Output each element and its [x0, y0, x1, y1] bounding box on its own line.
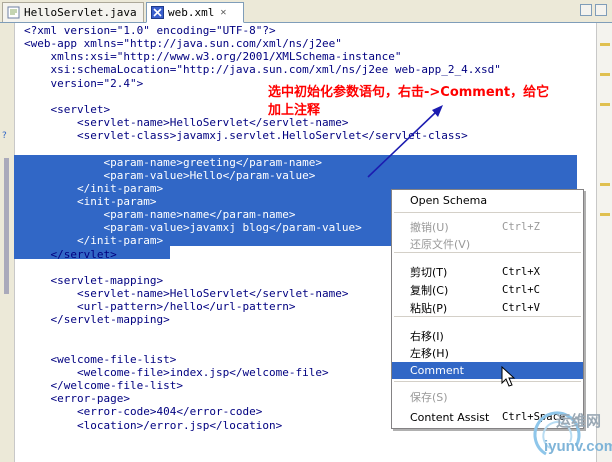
menu-item-open-schema[interactable]: Open Schema — [392, 192, 583, 209]
menu-item-paste[interactable]: 粘贴(P) Ctrl+V — [392, 300, 583, 317]
menu-item-shortcut: Ctrl+C — [502, 284, 540, 296]
menu-item-label: 保存(S) — [410, 391, 448, 404]
menu-item-shortcut: Ctrl+V — [502, 302, 540, 314]
menu-separator — [394, 212, 581, 213]
menu-item-label: 粘贴(P) — [410, 302, 448, 315]
menu-item-label: 左移(H) — [410, 347, 449, 360]
menu-item-shift-right[interactable]: 右移(I) — [392, 328, 583, 345]
menu-item-label: 剪切(T) — [410, 266, 448, 279]
mouse-cursor-icon — [501, 366, 516, 387]
menu-item-shortcut: Ctrl+X — [502, 266, 540, 278]
menu-item-label: 复制(C) — [410, 284, 449, 297]
menu-item-copy[interactable]: 复制(C) Ctrl+C — [392, 282, 583, 299]
menu-item-label: 撤销(U) — [410, 221, 449, 234]
context-menu: Open Schema 撤销(U) Ctrl+Z 还原文件(V) 剪切(T) Ctrl+X… — [391, 189, 584, 429]
watermark: 运维网 iyunv.com — [516, 404, 612, 462]
watermark-url: iyunv.com — [544, 438, 612, 455]
menu-item-label: Open Schema — [410, 194, 488, 207]
menu-item-cut[interactable]: 剪切(T) Ctrl+X — [392, 264, 583, 281]
menu-item-revert-file[interactable]: 还原文件(V) — [392, 236, 583, 253]
menu-item-shortcut: Ctrl+Z — [502, 221, 540, 233]
menu-item-label: Comment — [410, 364, 464, 377]
watermark-text: 运维网 — [556, 412, 602, 430]
menu-separator — [394, 381, 581, 382]
menu-item-label: 右移(I) — [410, 330, 444, 343]
menu-item-label: Content Assist — [410, 411, 490, 424]
menu-item-undo[interactable]: 撤销(U) Ctrl+Z — [392, 219, 583, 236]
menu-item-comment[interactable]: Comment — [392, 362, 583, 379]
menu-item-shift-left[interactable]: 左移(H) — [392, 345, 583, 362]
menu-item-label: 还原文件(V) — [410, 238, 471, 251]
